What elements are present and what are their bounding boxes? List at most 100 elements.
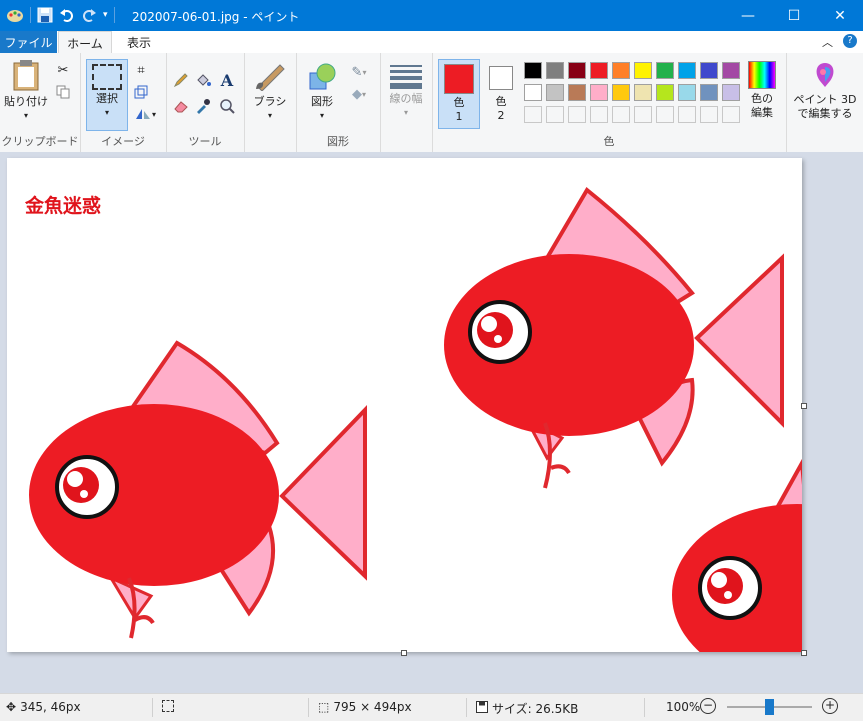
select-rectangle-icon	[92, 64, 122, 90]
palette-swatch[interactable]	[524, 62, 542, 79]
palette-swatch[interactable]	[722, 84, 740, 101]
color2-button[interactable]: 色 2	[482, 59, 520, 123]
edit-with-paint3d-button[interactable]: ペイント 3D で編集する	[790, 61, 860, 121]
file-size: サイズ: 26.5KB	[476, 700, 578, 717]
selection-size	[162, 700, 174, 712]
palette-empty-swatch[interactable]	[634, 106, 652, 123]
palette-empty-swatch[interactable]	[524, 106, 542, 123]
palette-empty-swatch[interactable]	[678, 106, 696, 123]
maximize-button[interactable]: ☐	[771, 0, 817, 31]
edit-colors-line1: 色の	[751, 92, 773, 105]
color-picker-icon[interactable]	[194, 97, 212, 115]
fill-icon[interactable]: ◆ ▾	[346, 85, 372, 103]
size-group[interactable]: 線の幅 ▾	[380, 53, 433, 152]
palette-swatch[interactable]	[524, 84, 542, 101]
select-label: 選択	[96, 92, 118, 105]
fill-bucket-icon[interactable]	[194, 71, 212, 89]
paint3d-group: ペイント 3D で編集する	[786, 53, 863, 152]
paste-button[interactable]: 貼り付け ▾	[4, 59, 48, 123]
goldfish-bottom-right	[672, 458, 802, 652]
text-tool-icon[interactable]: A	[218, 71, 236, 90]
palette-swatch[interactable]	[546, 84, 564, 101]
tab-file[interactable]: ファイル	[0, 31, 57, 53]
tab-view[interactable]: 表示	[115, 31, 163, 53]
zoom-slider[interactable]	[727, 699, 812, 715]
canvas-area[interactable]: 金魚迷惑	[0, 152, 863, 693]
tab-home[interactable]: ホーム	[58, 31, 112, 54]
paint-app-icon[interactable]	[6, 6, 24, 24]
help-icon[interactable]: ?	[843, 34, 857, 48]
clipboard-icon	[13, 60, 39, 91]
palette-empty-swatch[interactable]	[568, 106, 586, 123]
color1-button[interactable]: 色 1	[438, 59, 480, 129]
magnifier-icon[interactable]	[218, 97, 236, 115]
color1-label: 色	[453, 96, 465, 109]
resize-icon[interactable]	[132, 83, 150, 101]
copy-icon[interactable]	[54, 83, 72, 101]
outline-icon[interactable]: ✎ ▾	[346, 63, 372, 81]
goldfish-drawing	[29, 186, 802, 652]
zoom-slider-thumb[interactable]	[765, 699, 774, 715]
ribbon: 貼り付け ▾ ✂ クリップボード 選択 ▾ ⌗ ▾ イメージ A ツール ブラシ…	[0, 53, 863, 153]
palette-empty-swatch[interactable]	[590, 106, 608, 123]
drawing-canvas[interactable]: 金魚迷惑	[7, 158, 802, 652]
palette-swatch[interactable]	[612, 62, 630, 79]
shapes-button[interactable]: 図形 ▾	[302, 61, 342, 123]
resize-handle-bottom[interactable]	[401, 650, 407, 656]
eraser-icon[interactable]	[172, 97, 190, 115]
redo-icon[interactable]	[81, 7, 97, 23]
palette-swatch[interactable]	[634, 84, 652, 101]
zoom-level: 100%	[666, 700, 701, 714]
palette-empty-swatch[interactable]	[700, 106, 718, 123]
collapse-ribbon-icon[interactable]: ︿	[822, 34, 833, 50]
cut-icon[interactable]: ✂	[54, 61, 72, 79]
palette-swatch[interactable]	[568, 62, 586, 79]
crop-icon[interactable]: ⌗	[132, 61, 150, 79]
edit-colors-button[interactable]: 色の 編集	[742, 61, 782, 120]
size-button[interactable]: 線の幅 ▾	[386, 63, 426, 120]
palette-swatch[interactable]	[678, 62, 696, 79]
maximize-icon: ☐	[787, 7, 801, 24]
pencil-icon[interactable]	[172, 71, 190, 89]
paint3d-icon	[816, 63, 834, 87]
color-spectrum-icon	[748, 61, 776, 89]
tools-group-label: ツール	[188, 135, 222, 148]
image-size: ⬚ 795 × 494px	[318, 700, 412, 714]
palette-swatch[interactable]	[722, 62, 740, 79]
palette-swatch[interactable]	[656, 62, 674, 79]
palette-swatch[interactable]	[546, 62, 564, 79]
resize-handle-corner[interactable]	[801, 650, 807, 656]
brushes-button[interactable]: ブラシ ▾	[250, 61, 290, 123]
save-icon[interactable]	[37, 7, 53, 23]
zoom-in-icon: +	[822, 698, 838, 714]
palette-swatch[interactable]	[700, 62, 718, 79]
customize-qat-chevron-icon[interactable]: ▾	[103, 10, 108, 20]
palette-swatch[interactable]	[656, 84, 674, 101]
zoom-in-button[interactable]: +	[822, 698, 838, 714]
palette-empty-swatch[interactable]	[612, 106, 630, 123]
clipboard-group-label: クリップボード	[1, 135, 79, 148]
select-button[interactable]: 選択 ▾	[86, 59, 128, 131]
palette-swatch[interactable]	[678, 84, 696, 101]
colors-group-label: 色	[603, 135, 615, 148]
palette-swatch[interactable]	[700, 84, 718, 101]
undo-icon[interactable]	[59, 7, 75, 23]
palette-empty-swatch[interactable]	[722, 106, 740, 123]
resize-handle-right[interactable]	[801, 403, 807, 409]
rotate-icon[interactable]: ▾	[132, 105, 158, 123]
brushes-group[interactable]: ブラシ ▾	[244, 53, 297, 152]
file-size-text: サイズ: 26.5KB	[492, 702, 579, 716]
minimize-button[interactable]: —	[725, 0, 771, 31]
palette-swatch[interactable]	[634, 62, 652, 79]
close-button[interactable]: ✕	[817, 0, 863, 31]
tools-group: A ツール	[166, 53, 245, 152]
palette-empty-swatch[interactable]	[546, 106, 564, 123]
palette-swatch[interactable]	[612, 84, 630, 101]
palette-swatch[interactable]	[590, 62, 608, 79]
zoom-out-button[interactable]: −	[700, 698, 716, 714]
edit-colors-line2: 編集	[751, 106, 773, 119]
palette-empty-swatch[interactable]	[656, 106, 674, 123]
palette-swatch[interactable]	[568, 84, 586, 101]
palette-swatch[interactable]	[590, 84, 608, 101]
shapes-label: 図形	[311, 95, 333, 108]
